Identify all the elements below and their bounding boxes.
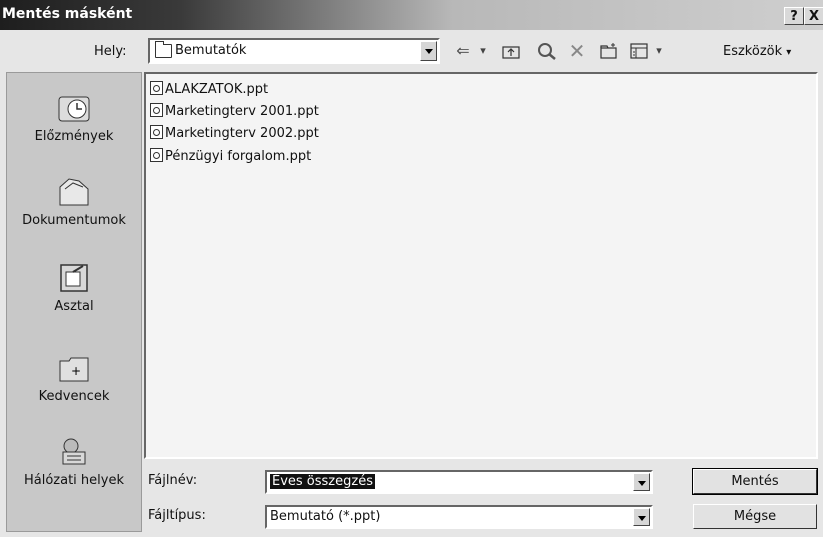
place-network[interactable]: Hálózati helyek [7,437,141,488]
file-list[interactable]: ALAKZATOK.ppt Marketingterv 2001.ppt Mar… [144,72,818,459]
file-name: Marketingterv 2001.ppt [165,104,319,119]
file-item[interactable]: Marketingterv 2001.ppt [150,102,319,122]
search-web-button[interactable] [536,40,558,62]
back-arrow-icon: ⇐ [456,41,470,60]
place-label: Kedvencek [38,389,110,404]
place-favorites[interactable]: + Kedvencek [7,353,141,404]
filename-field[interactable]: Éves összegzés [265,470,653,494]
svg-text:+: + [71,364,81,378]
close-button[interactable]: X [804,7,823,25]
file-item[interactable]: ALAKZATOK.ppt [150,80,268,100]
place-history[interactable]: Előzmények [7,93,141,144]
chevron-down-icon[interactable] [633,508,650,526]
folder-icon [155,41,172,58]
chevron-down-icon[interactable] [420,41,437,61]
ppt-file-icon [150,125,163,139]
new-folder-button[interactable] [598,40,620,62]
file-name: Marketingterv 2002.ppt [165,126,319,141]
back-button[interactable]: ⇐ [452,40,474,62]
file-name: Pénzügyi forgalom.ppt [165,149,312,164]
save-button[interactable]: Mentés [692,468,818,495]
file-name: ALAKZATOK.ppt [165,82,269,97]
new-folder-icon [600,43,617,59]
filetype-label: Fájltípus: [148,508,206,523]
delete-button[interactable]: ✕ [566,40,588,62]
filetype-dropdown[interactable]: Bemutató (*.ppt) [265,505,653,529]
up-folder-icon [502,46,520,59]
file-item[interactable]: Pénzügyi forgalom.ppt [150,147,311,167]
tools-menu[interactable]: Eszközök ▾ [723,44,791,59]
place-desktop[interactable]: Asztal [7,263,141,314]
tools-menu-label: Eszközök [723,44,783,59]
desktop-icon [57,263,91,293]
filename-value: Éves összegzés [270,474,375,489]
chevron-down-icon: ▾ [786,47,792,58]
chevron-down-icon: ▾ [656,44,662,57]
cancel-button[interactable]: Mégse [693,504,817,529]
chevron-down-icon[interactable] [633,473,650,491]
ppt-file-icon [150,81,163,95]
location-dropdown[interactable]: Bemutatók [148,38,440,64]
ppt-file-icon [150,148,163,162]
views-button[interactable] [628,40,650,62]
filename-label: Fájlnév: [148,473,198,488]
delete-icon: ✕ [568,39,586,63]
places-bar: Előzmények Dokumentumok Asztal + Kedvenc… [6,72,142,532]
place-documents[interactable]: Dokumentumok [7,177,141,228]
title-bar[interactable]: Mentés másként ? X [0,0,823,30]
dialog-title: Mentés másként [2,6,133,22]
views-icon [630,43,648,59]
file-item[interactable]: Marketingterv 2002.ppt [150,124,319,144]
place-label: Hálózati helyek [23,473,124,488]
ppt-file-icon [150,103,163,117]
up-one-level-button[interactable] [500,40,522,62]
history-icon [57,93,91,123]
location-label: Hely: [94,44,127,59]
location-value: Bemutatók [175,43,247,58]
favorites-folder-icon: + [57,353,91,383]
place-label: Asztal [54,299,94,314]
filetype-value: Bemutató (*.ppt) [270,509,381,524]
place-label: Dokumentumok [22,213,126,228]
help-button[interactable]: ? [784,7,804,25]
search-web-icon [538,43,556,60]
save-as-dialog: Mentés másként ? X Hely: Bemutatók ⇐ ▾ ✕ [0,0,823,537]
place-label: Előzmények [34,129,114,144]
documents-folder-icon [57,177,91,207]
chevron-down-icon: ▾ [480,44,486,57]
views-dropdown[interactable]: ▾ [648,40,670,62]
back-dropdown[interactable]: ▾ [472,40,494,62]
network-places-icon [57,437,91,467]
